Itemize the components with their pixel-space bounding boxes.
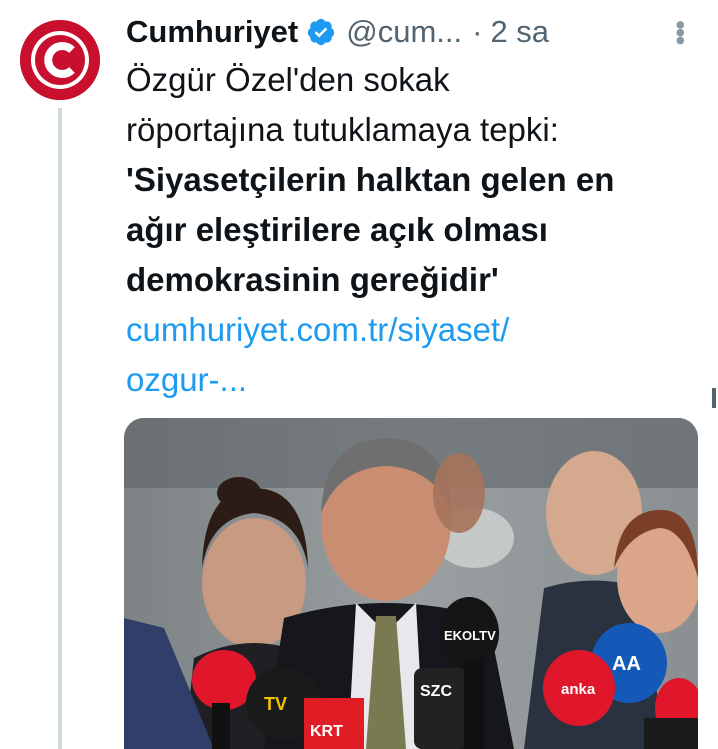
avatar[interactable] xyxy=(20,20,100,100)
tweet-text: Özgür Özel'den sokak röportajına tutukla… xyxy=(126,55,706,405)
mic-label: AA xyxy=(612,653,641,675)
verified-badge-icon xyxy=(306,17,336,47)
more-dots-icon[interactable]: ••• xyxy=(665,20,696,43)
mic-label: anka xyxy=(561,681,596,698)
mic-label: EKOLTV xyxy=(444,628,496,643)
separator-dot: · xyxy=(472,14,483,49)
cumhuriyet-c-logo-icon xyxy=(20,20,100,100)
scrollbar-thumb[interactable] xyxy=(712,388,716,408)
thread-line xyxy=(58,108,62,749)
mic-label: SZC xyxy=(420,683,452,700)
account-name[interactable]: Cumhuriyet xyxy=(126,14,298,50)
tweet-link[interactable]: cumhuriyet.com.tr/siyaset/ xyxy=(126,305,706,355)
quote-line: ağır eleştirilere açık olması xyxy=(126,211,548,248)
tweet-photo[interactable]: TV KRT SZC EKOLTV AA anka xyxy=(124,418,698,749)
avatar-column xyxy=(20,20,100,100)
mic-label: TV xyxy=(264,694,287,714)
timestamp[interactable]: 2 sa xyxy=(490,14,549,50)
text-line: röportajına tutuklamaya tepki: xyxy=(126,111,559,148)
tweet-header: Cumhuriyet @cum... · 2 sa ••• xyxy=(126,10,696,54)
quote-line: demokrasinin gereğidir' xyxy=(126,261,499,298)
text-line: Özgür Özel'den sokak xyxy=(126,61,450,98)
press-conference-photo: TV KRT SZC EKOLTV AA anka xyxy=(124,418,698,749)
quote-line: 'Siyasetçilerin halktan gelen en xyxy=(126,161,615,198)
account-handle[interactable]: @cum... xyxy=(346,14,462,50)
tweet-link[interactable]: ozgur-... xyxy=(126,355,706,405)
mic-label: KRT xyxy=(310,723,343,740)
